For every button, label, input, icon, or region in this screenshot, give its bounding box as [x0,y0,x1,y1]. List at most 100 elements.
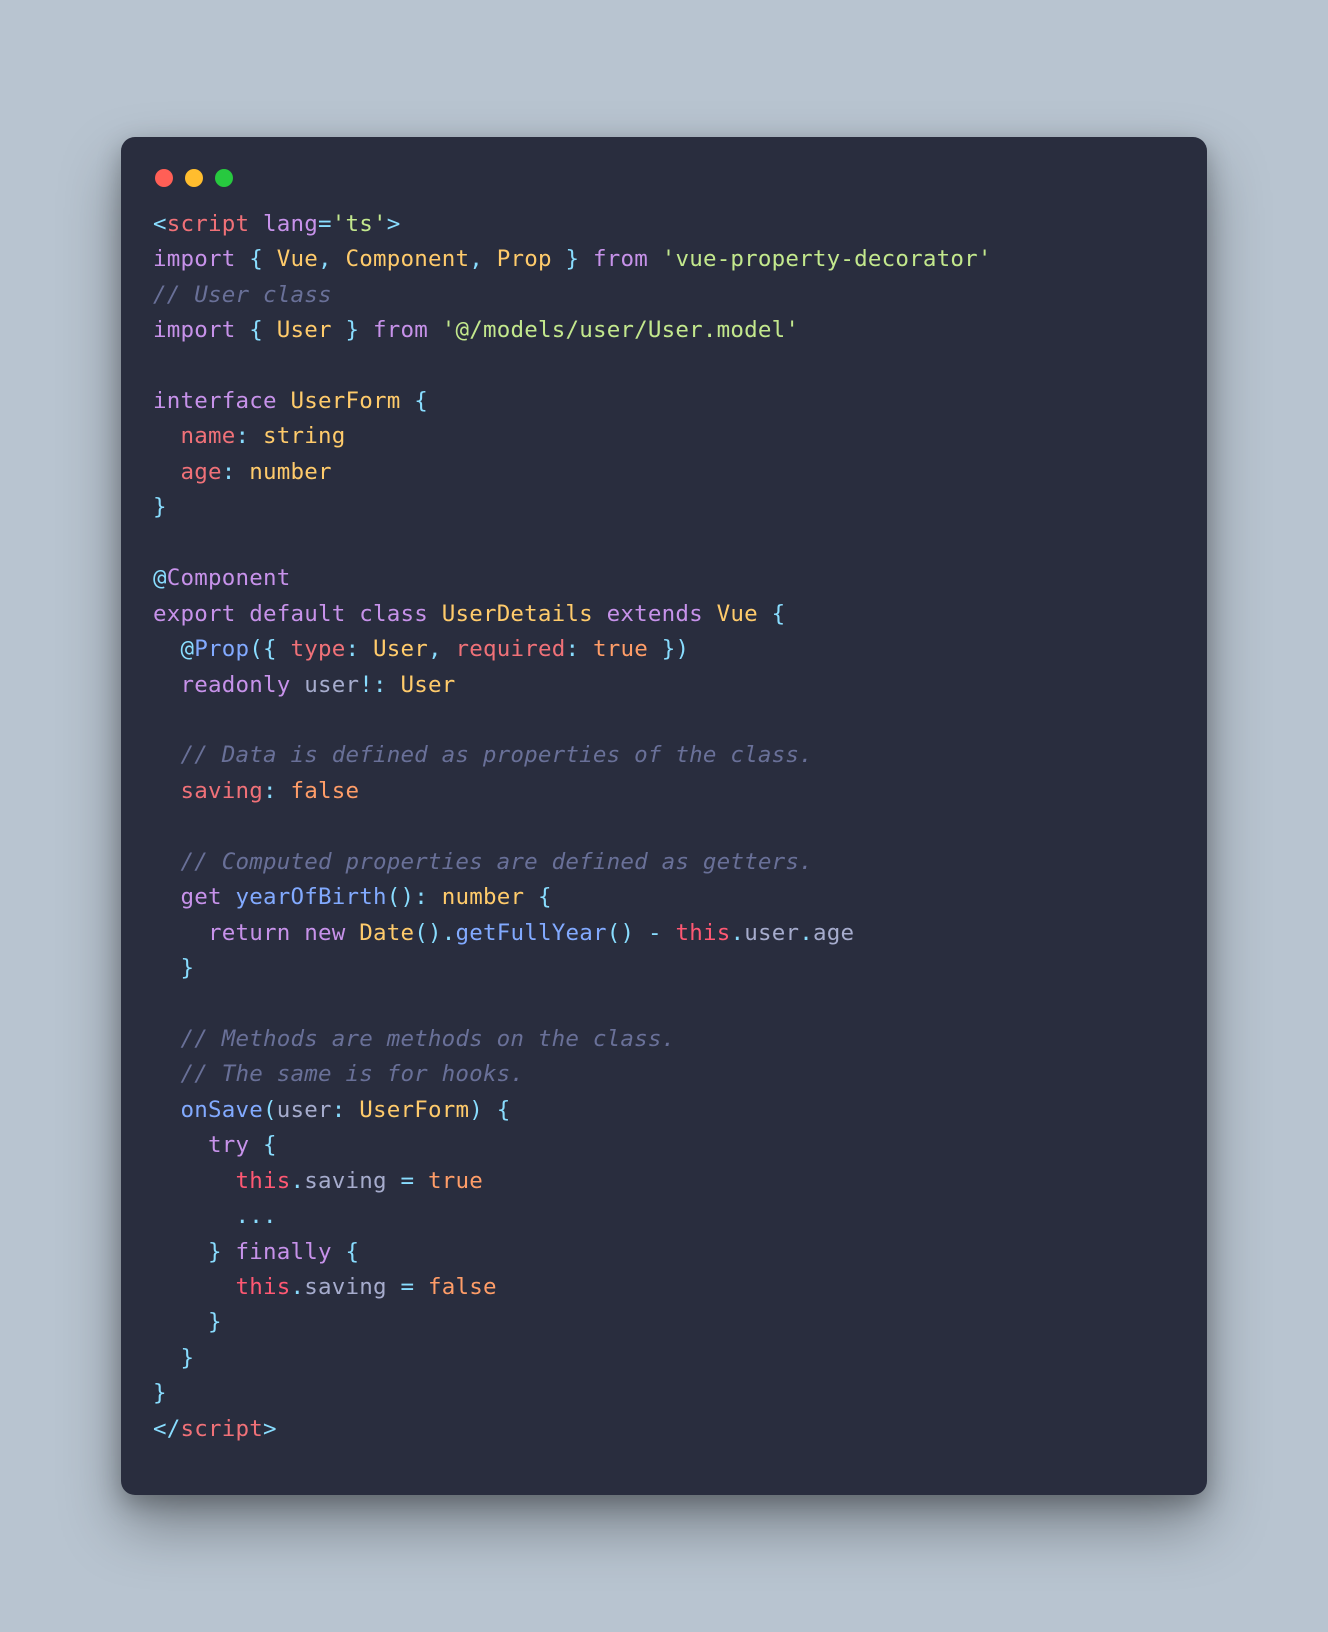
code-token: ... [235,1203,276,1229]
code-token: User [277,317,332,343]
code-token: ( [414,920,428,946]
code-token: from [593,246,648,272]
code-token: : [346,636,360,662]
code-line [153,990,167,1016]
code-token: } [153,494,167,520]
code-token: Date [359,920,414,946]
code-token: age [813,920,854,946]
code-token [153,955,181,981]
code-token: from [373,317,428,343]
code-token: extends [607,601,703,627]
code-token [345,920,359,946]
code-token: = [400,1168,414,1194]
code-line: readonly user!: User [153,672,455,698]
code-token: : [373,672,387,698]
code-token: this [235,1168,290,1194]
code-token [153,636,181,662]
code-token: } [565,246,579,272]
code-token: { [345,1239,359,1265]
code-token: // User class [153,282,332,308]
traffic-lights [153,165,1175,207]
code-token: . [730,920,744,946]
code-token: : [414,884,428,910]
code-token: script [167,211,249,237]
code-token [387,1168,401,1194]
code-token: @ [181,636,195,662]
code-token [579,246,593,272]
code-token: : [222,459,236,485]
code-token [703,601,717,627]
code-line: this.saving = true [153,1168,483,1194]
code-token: interface [153,388,277,414]
code-token: : [332,1097,346,1123]
code-token: number [442,884,524,910]
code-token: name [181,423,236,449]
code-line: interface UserForm { [153,388,428,414]
close-icon[interactable] [155,169,173,187]
zoom-icon[interactable] [215,169,233,187]
code-token: , [428,636,442,662]
code-token: ( [249,636,263,662]
code-line: // The same is for hooks. [153,1061,524,1087]
stage: <script lang='ts'> import { Vue, Compone… [0,0,1328,1632]
code-token: { [538,884,552,910]
code-token: , [318,246,332,272]
code-token: import [153,246,235,272]
code-line: saving: false [153,778,359,804]
code-token [153,672,181,698]
code-token [249,423,263,449]
code-token: user [744,920,799,946]
code-token: Vue [277,246,318,272]
code-token: number [249,459,331,485]
code-token [249,1132,263,1158]
code-line: } [153,1345,194,1371]
code-token [153,742,181,768]
code-token: > [263,1416,277,1442]
code-token [400,388,414,414]
code-token [153,1132,208,1158]
code-token [277,778,291,804]
code-token [359,317,373,343]
code-token [153,1168,235,1194]
code-line: this.saving = false [153,1274,497,1300]
code-token [153,1203,235,1229]
code-line: } [153,955,194,981]
code-token: return [208,920,290,946]
code-token [153,1309,208,1335]
code-token [235,601,249,627]
code-token [277,636,291,662]
code-token: lang [263,211,318,237]
code-token: yearOfBirth [236,884,387,910]
code-token [648,636,662,662]
code-token [593,601,607,627]
minimize-icon[interactable] [185,169,203,187]
code-token: script [181,1416,263,1442]
code-token: saving [304,1274,386,1300]
code-token: UserForm [359,1097,469,1123]
code-line: } [153,494,167,520]
code-token [153,1274,235,1300]
code-token: export [153,601,235,627]
code-token: import [153,317,235,343]
code-token: age [181,459,222,485]
code-token [153,778,181,804]
code-token: User [400,672,455,698]
code-token: getFullYear [455,920,606,946]
code-token: false [428,1274,497,1300]
code-token: { [772,601,786,627]
code-token: get [181,884,222,910]
code-token: } [208,1239,222,1265]
code-line: import { Vue, Component, Prop } from 'vu… [153,246,992,272]
code-token: 'vue-property-decorator' [662,246,992,272]
code-line: <script lang='ts'> [153,211,400,237]
code-token: Prop [194,636,249,662]
code-line: import { User } from '@/models/user/User… [153,317,799,343]
code-token: Prop [497,246,552,272]
code-token: required [456,636,566,662]
code-token: // Data is defined as properties of the … [181,742,813,768]
code-token [263,317,277,343]
code-token [428,317,442,343]
code-token: // Computed properties are defined as ge… [181,849,813,875]
code-token [579,636,593,662]
code-token [483,246,497,272]
